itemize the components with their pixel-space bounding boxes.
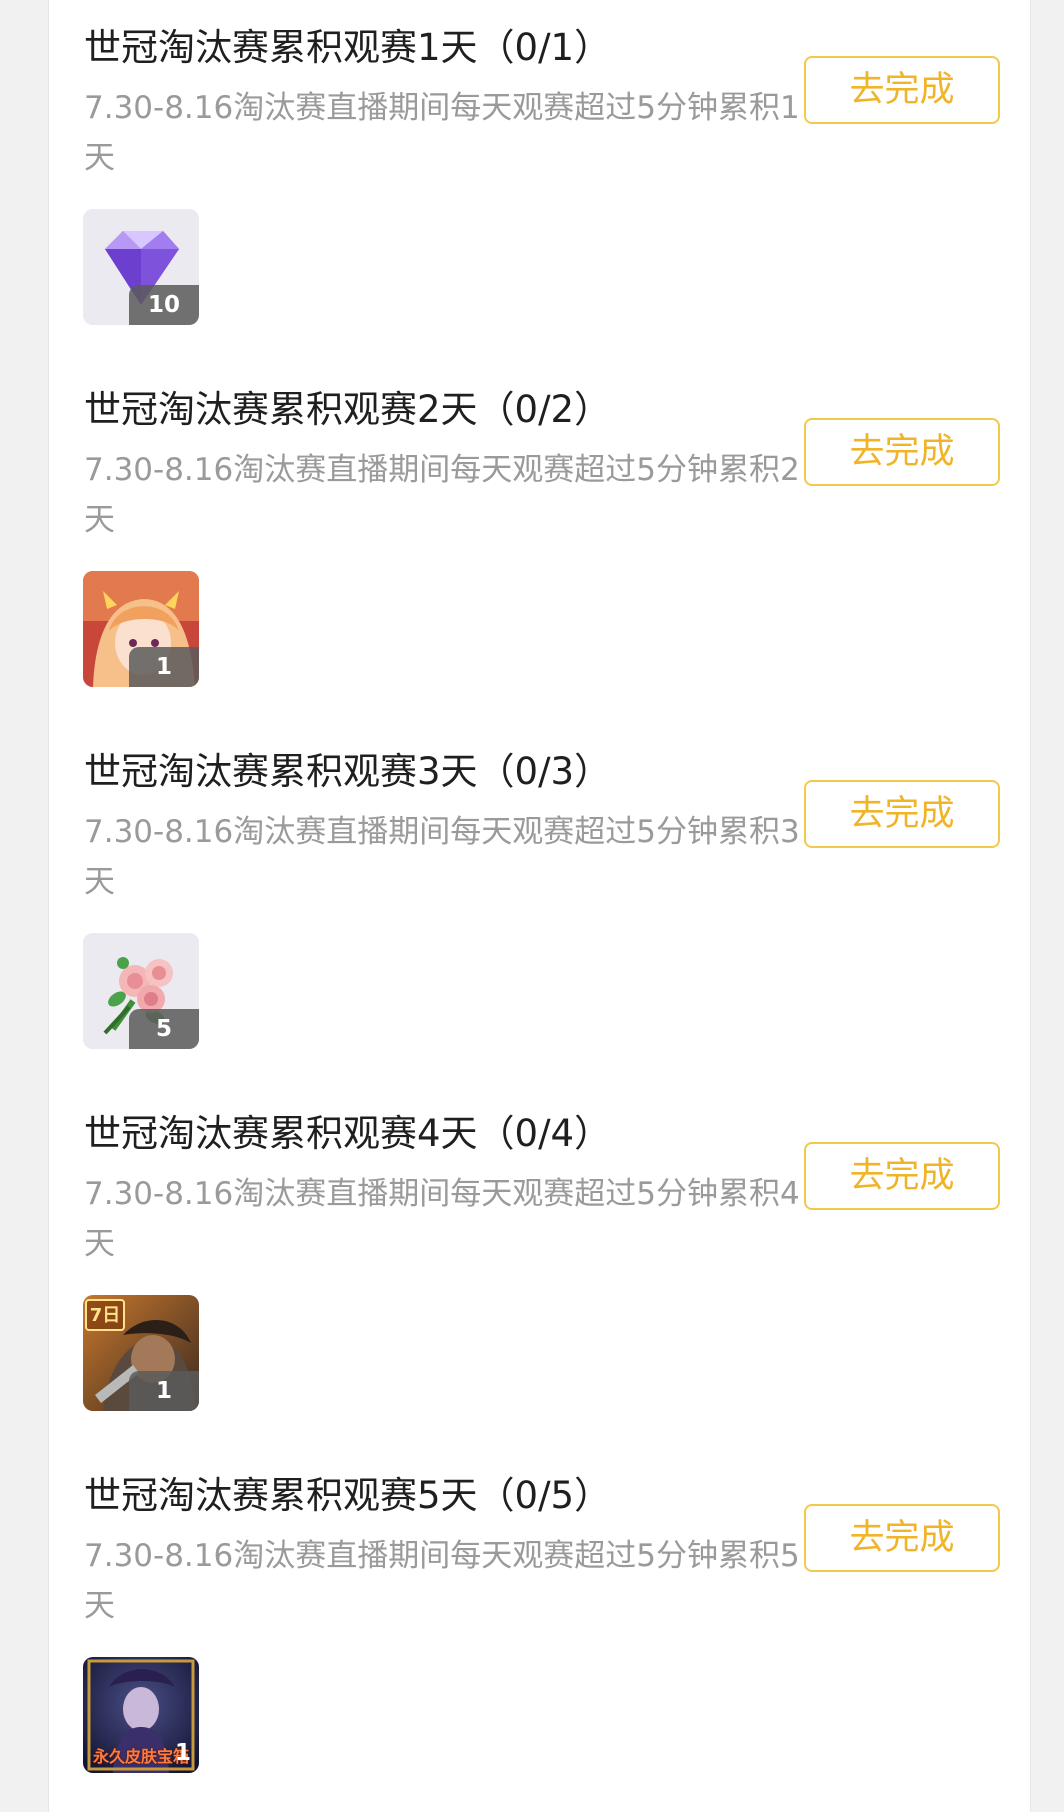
reward-count: 10	[129, 285, 199, 325]
task-description: 7.30-8.16淘汰赛直播期间每天观赛超过5分钟累积3天	[84, 814, 800, 900]
task-title: 世冠淘汰赛累积观赛5天（0/5）	[84, 1474, 612, 1517]
task-title: 世冠淘汰赛累积观赛4天（0/4）	[84, 1112, 612, 1155]
task-item: 世冠淘汰赛累积观赛3天（0/3） 7.30-8.16淘汰赛直播期间每天观赛超过5…	[49, 724, 1032, 1086]
reward-item: 10	[83, 209, 199, 325]
reward-count: 1	[174, 1740, 191, 1766]
go-complete-button[interactable]: 去完成	[804, 1504, 1000, 1572]
reward-item: 1	[83, 571, 199, 687]
task-title: 世冠淘汰赛累积观赛2天（0/2）	[84, 388, 612, 431]
go-complete-button[interactable]: 去完成	[804, 56, 1000, 124]
task-item: 世冠淘汰赛累积观赛5天（0/5） 7.30-8.16淘汰赛直播期间每天观赛超过5…	[49, 1448, 1032, 1810]
task-item: 世冠淘汰赛累积观赛1天（0/1） 7.30-8.16淘汰赛直播期间每天观赛超过5…	[49, 0, 1032, 362]
task-title: 世冠淘汰赛累积观赛3天（0/3）	[84, 750, 612, 793]
reward-item: 5	[83, 933, 199, 1049]
task-item: 世冠淘汰赛累积观赛4天（0/4） 7.30-8.16淘汰赛直播期间每天观赛超过5…	[49, 1086, 1032, 1448]
task-item: 世冠淘汰赛累积观赛2天（0/2） 7.30-8.16淘汰赛直播期间每天观赛超过5…	[49, 362, 1032, 724]
task-title: 世冠淘汰赛累积观赛1天（0/1）	[84, 26, 612, 69]
reward-item: 7日 1	[83, 1295, 199, 1411]
go-complete-button[interactable]: 去完成	[804, 780, 1000, 848]
task-description: 7.30-8.16淘汰赛直播期间每天观赛超过5分钟累积5天	[84, 1538, 800, 1624]
duration-tag: 7日	[85, 1299, 125, 1331]
task-description: 7.30-8.16淘汰赛直播期间每天观赛超过5分钟累积1天	[84, 90, 800, 176]
task-description: 7.30-8.16淘汰赛直播期间每天观赛超过5分钟累积2天	[84, 452, 800, 538]
reward-count: 1	[129, 1371, 199, 1411]
go-complete-button[interactable]: 去完成	[804, 1142, 1000, 1210]
reward-count: 1	[129, 647, 199, 687]
go-complete-button[interactable]: 去完成	[804, 418, 1000, 486]
task-description: 7.30-8.16淘汰赛直播期间每天观赛超过5分钟累积4天	[84, 1176, 800, 1262]
reward-item: 永久皮肤宝箱 1	[83, 1657, 199, 1773]
reward-count: 5	[129, 1009, 199, 1049]
task-list: 世冠淘汰赛累积观赛1天（0/1） 7.30-8.16淘汰赛直播期间每天观赛超过5…	[48, 0, 1031, 1812]
